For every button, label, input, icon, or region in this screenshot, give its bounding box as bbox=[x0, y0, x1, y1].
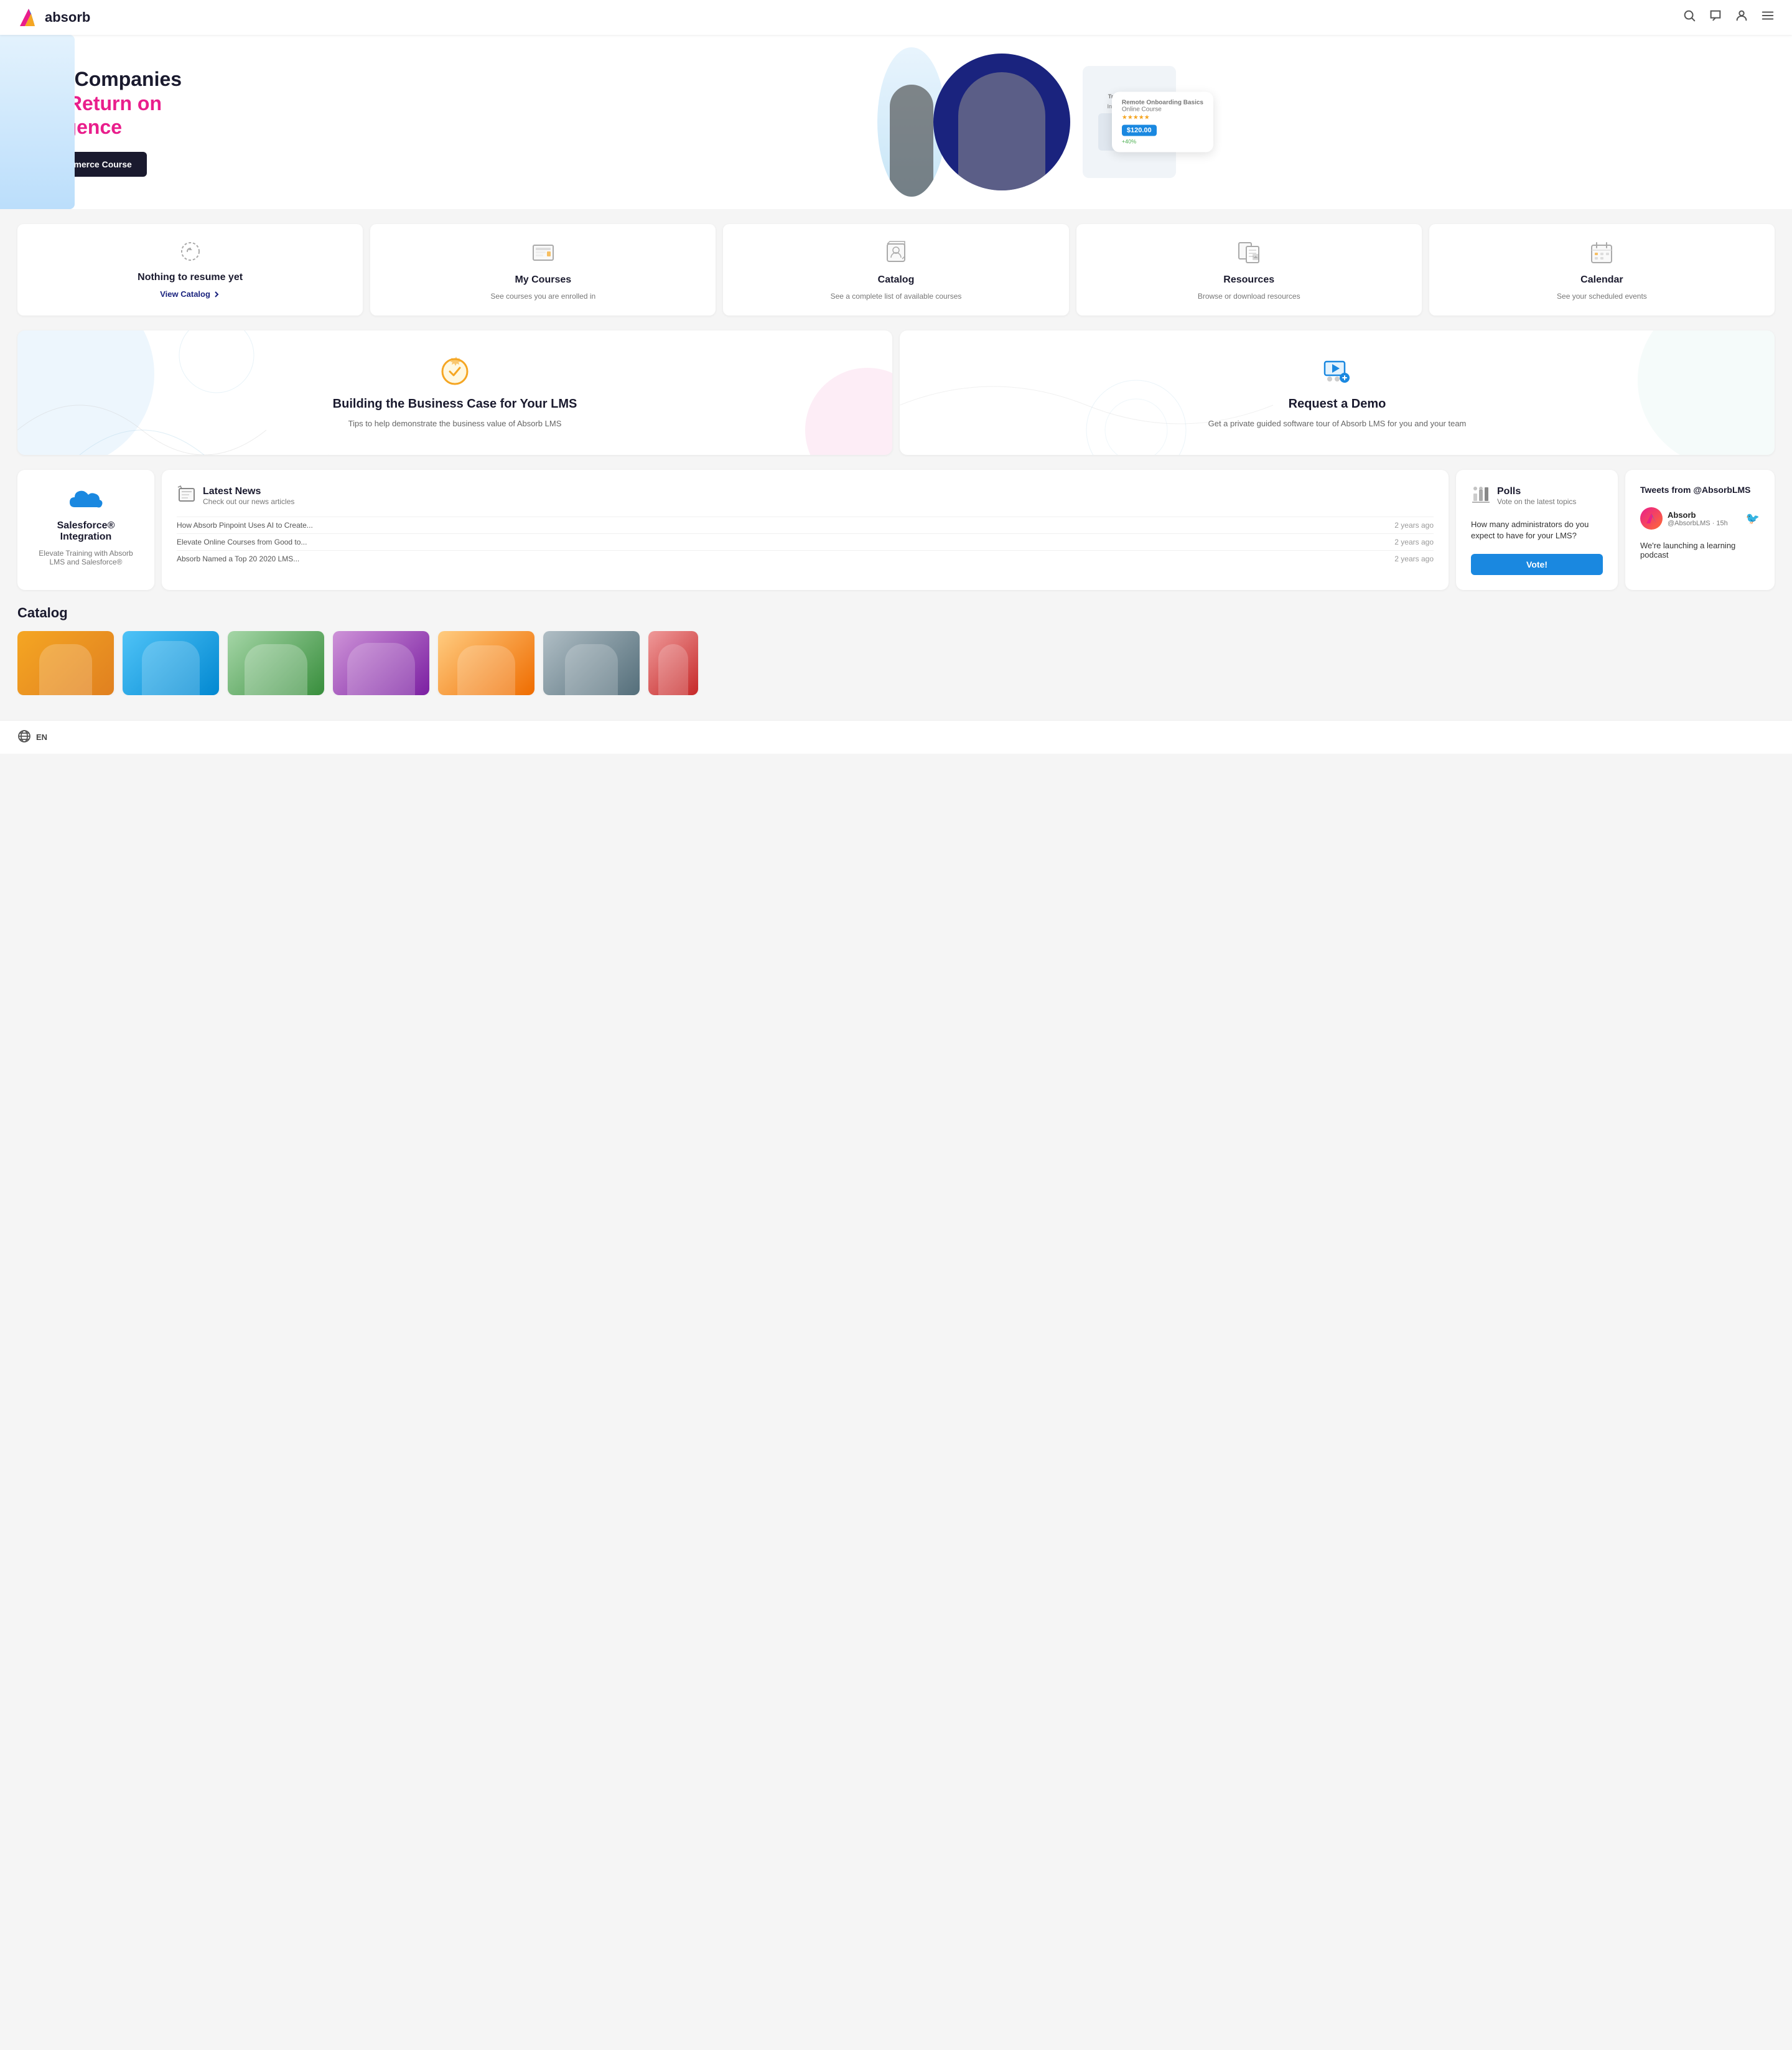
promo-card-lms[interactable]: Building the Business Case for Your LMS … bbox=[17, 330, 892, 455]
quick-card-calendar[interactable]: Calendar See your scheduled events bbox=[1429, 224, 1775, 316]
catalog-icon bbox=[882, 239, 910, 268]
language-label[interactable]: EN bbox=[36, 732, 47, 742]
promo-demo-decoration bbox=[900, 330, 1775, 455]
course-thumbnail bbox=[648, 631, 698, 695]
chevron-right-icon bbox=[213, 291, 220, 298]
course-card: Card title Online Course ★★★★★ Enroll bbox=[333, 631, 429, 695]
quick-card-my-courses[interactable]: My Courses See courses you are enrolled … bbox=[370, 224, 716, 316]
promo-demo-sub: Get a private guided software tour of Ab… bbox=[1208, 419, 1467, 428]
quick-card-resume[interactable]: Nothing to resume yet View Catalog bbox=[17, 224, 363, 316]
course-card: Card title Online Course ★★★★★ Enroll bbox=[123, 631, 219, 695]
tweet-text: We're launching a learning podcast bbox=[1640, 541, 1760, 559]
resume-title: Nothing to resume yet bbox=[138, 272, 243, 283]
tweet-identity: Absorb @AbsorbLMS · 15h bbox=[1668, 510, 1728, 527]
widget-polls: Polls Vote on the latest topics How many… bbox=[1456, 470, 1618, 590]
twitter-bird-icon: 🐦 bbox=[1746, 512, 1760, 525]
course-thumbnail bbox=[333, 631, 429, 695]
news-item[interactable]: Elevate Online Courses from Good to... 2… bbox=[177, 533, 1434, 550]
quick-card-resources[interactable]: Resources Browse or download resources bbox=[1076, 224, 1422, 316]
search-icon[interactable] bbox=[1682, 9, 1696, 26]
tweet-profile: Absorb @AbsorbLMS · 15h 🐦 bbox=[1640, 507, 1760, 530]
calendar-icon bbox=[1588, 239, 1615, 268]
course-card: Card title Online Course ★★★★★ Enroll bbox=[438, 631, 534, 695]
quick-card-catalog[interactable]: Catalog See a complete list of available… bbox=[723, 224, 1068, 316]
resume-icon bbox=[178, 239, 203, 266]
salesforce-title: Salesforce® Integration bbox=[32, 520, 139, 543]
widget-twitter: Tweets from @AbsorbLMS Absorb @AbsorbLMS… bbox=[1625, 470, 1775, 590]
news-icon bbox=[177, 485, 197, 507]
my-courses-sub: See courses you are enrolled in bbox=[490, 292, 595, 301]
demo-icon bbox=[1321, 355, 1353, 390]
vote-button[interactable]: Vote! bbox=[1471, 554, 1603, 575]
salesforce-sub: Elevate Training with Absorb LMS and Sal… bbox=[32, 549, 139, 566]
polls-title: Polls bbox=[1497, 486, 1576, 497]
my-courses-title: My Courses bbox=[515, 274, 571, 286]
polls-icon bbox=[1471, 485, 1491, 507]
cloud-icon bbox=[67, 485, 105, 514]
polls-question: How many administrators do you expect to… bbox=[1471, 519, 1603, 541]
resources-sub: Browse or download resources bbox=[1198, 292, 1300, 301]
profile-icon[interactable] bbox=[1735, 9, 1748, 26]
news-items-list: How Absorb Pinpoint Uses AI to Create...… bbox=[177, 517, 1434, 567]
course-thumbnail bbox=[17, 631, 114, 695]
course-card: Card title Online Course ★★★★★ Enroll bbox=[17, 631, 114, 695]
view-catalog-link[interactable]: View Catalog bbox=[160, 289, 220, 299]
news-subtitle: Check out our news articles bbox=[203, 497, 294, 506]
hero-left-decoration bbox=[0, 35, 75, 209]
logo-text: absorb bbox=[45, 9, 90, 26]
promo-lms-title: Building the Business Case for Your LMS bbox=[333, 397, 577, 411]
catalog-title: Catalog bbox=[878, 274, 915, 286]
hero-course-card: Remote Onboarding Basics Online Course ★… bbox=[1112, 92, 1213, 152]
logo[interactable]: absorb bbox=[17, 6, 90, 29]
polls-header: Polls Vote on the latest topics bbox=[1471, 485, 1603, 507]
absorb-logo-icon bbox=[17, 6, 40, 29]
calendar-sub: See your scheduled events bbox=[1557, 292, 1647, 301]
footer: EN bbox=[0, 720, 1792, 754]
course-thumbnail bbox=[228, 631, 324, 695]
quick-links-section: Nothing to resume yet View Catalog My Co… bbox=[0, 209, 1792, 330]
widget-salesforce[interactable]: Salesforce® Integration Elevate Training… bbox=[17, 470, 154, 590]
catalog-grid: Card title Online Course ★★★★★ Enroll Ca… bbox=[17, 631, 1775, 695]
news-item[interactable]: Absorb Named a Top 20 2020 LMS... 2 year… bbox=[177, 550, 1434, 567]
course-card: Card title Online Course ★★★★★ Enroll bbox=[543, 631, 640, 695]
globe-icon bbox=[17, 729, 31, 745]
hero-banner: Smart Companies Get a Return on Intellig… bbox=[0, 35, 1792, 209]
course-thumbnail bbox=[438, 631, 534, 695]
news-header: Latest News Check out our news articles bbox=[177, 485, 1434, 507]
badge-icon bbox=[439, 355, 471, 390]
tweet-avatar bbox=[1640, 507, 1663, 530]
nav-actions bbox=[1682, 9, 1775, 26]
promo-demo-title: Request a Demo bbox=[1289, 397, 1386, 411]
promo-lms-sub: Tips to help demonstrate the business va… bbox=[348, 419, 562, 428]
catalog-section-title: Catalog bbox=[17, 605, 1775, 621]
tweet-name: Absorb bbox=[1668, 510, 1728, 520]
tweet-handle: @AbsorbLMS · 15h bbox=[1668, 520, 1728, 527]
catalog-section: Catalog Card title Online Course ★★★★★ E… bbox=[0, 605, 1792, 720]
resources-title: Resources bbox=[1223, 274, 1274, 286]
twitter-header: Tweets from @AbsorbLMS bbox=[1640, 485, 1760, 495]
hero-images: Remote Onboarding Basics Online Course ★… bbox=[261, 47, 1792, 197]
catalog-sub: See a complete list of available courses bbox=[831, 292, 962, 301]
widgets-section: Salesforce® Integration Elevate Training… bbox=[0, 470, 1792, 605]
menu-icon[interactable] bbox=[1761, 9, 1775, 26]
course-card: Card title Online Course ★★★★★ Enroll bbox=[228, 631, 324, 695]
polls-subtitle: Vote on the latest topics bbox=[1497, 497, 1576, 506]
promo-card-demo[interactable]: Request a Demo Get a private guided soft… bbox=[900, 330, 1775, 455]
resources-icon bbox=[1235, 239, 1262, 268]
course-card-partial: Card title Online Co... ★★ Enroll bbox=[648, 631, 698, 695]
course-thumbnail bbox=[123, 631, 219, 695]
messages-icon[interactable] bbox=[1709, 9, 1722, 26]
promo-decoration bbox=[17, 330, 892, 455]
promo-section: Building the Business Case for Your LMS … bbox=[0, 330, 1792, 470]
course-thumbnail bbox=[543, 631, 640, 695]
calendar-title: Calendar bbox=[1580, 274, 1623, 286]
news-item[interactable]: How Absorb Pinpoint Uses AI to Create...… bbox=[177, 517, 1434, 533]
navbar: absorb bbox=[0, 0, 1792, 35]
widget-news: Latest News Check out our news articles … bbox=[162, 470, 1449, 590]
news-title: Latest News bbox=[203, 486, 294, 497]
hero-person-main bbox=[933, 54, 1070, 190]
courses-icon bbox=[530, 239, 557, 268]
